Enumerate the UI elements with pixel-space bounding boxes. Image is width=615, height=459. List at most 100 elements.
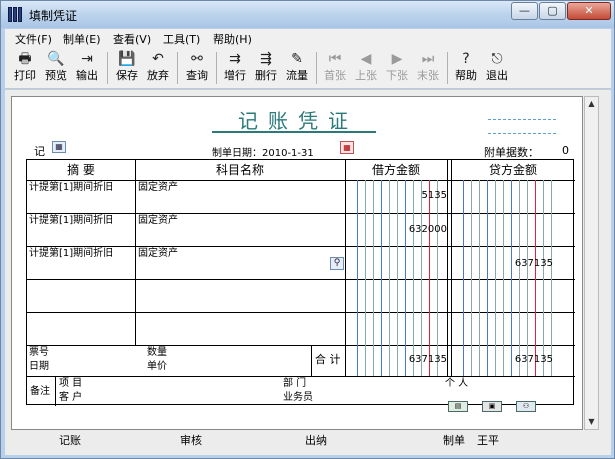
digit-line <box>503 180 504 376</box>
vertical-scrollbar[interactable]: ▲ ▼ <box>584 96 599 430</box>
notes-icon[interactable]: ▤ <box>448 401 468 412</box>
row-2-account[interactable]: 固定资产 <box>138 215 178 227</box>
row-1-debit[interactable]: 5135 <box>345 190 447 202</box>
grid-line <box>27 345 575 346</box>
add-row-button[interactable]: ⇉ 增行 <box>221 50 249 86</box>
header-summary: 摘 要 <box>67 163 95 177</box>
row-3-credit[interactable]: 637135 <box>451 258 553 270</box>
voucher-entry-grid: 摘 要 科目名称 借方金额 贷方金额 计提第[1]期间折旧 固定资产 5135 … <box>26 159 575 406</box>
exit-button[interactable]: ⎋ 退出 <box>483 50 511 86</box>
digit-line <box>421 180 422 376</box>
digit-line <box>381 180 382 376</box>
help-label: 帮助 <box>455 69 477 82</box>
export-button[interactable]: ⇥ 输出 <box>73 50 101 86</box>
delete-row-button[interactable]: ⇶ 删行 <box>252 50 280 86</box>
title-bar[interactable]: 填制凭证 — ▢ ✕ <box>1 1 614 28</box>
digit-line <box>495 180 496 376</box>
menu-bar: 文件(F) 制单(E) 查看(V) 工具(T) 帮助(H) <box>5 29 611 47</box>
menu-voucher[interactable]: 制单(E) <box>63 31 101 47</box>
menu-file[interactable]: 文件(F) <box>15 31 52 47</box>
last-button[interactable]: ⏭ 末张 <box>414 50 442 86</box>
digit-line <box>511 180 512 376</box>
help-icon: ? <box>462 51 470 67</box>
discard-button[interactable]: ↶ 放弃 <box>144 50 172 86</box>
first-button[interactable]: ⏮ 首张 <box>321 50 349 86</box>
account-lookup-icon[interactable]: ⚲ <box>330 257 344 270</box>
header-debit: 借方金额 <box>371 163 420 177</box>
delete-row-icon: ⇶ <box>260 51 272 67</box>
grid-line <box>135 160 136 345</box>
digit-line <box>365 180 366 376</box>
title-underline <box>212 131 376 133</box>
scroll-up-icon[interactable]: ▲ <box>586 98 597 110</box>
dashed-line <box>488 133 556 134</box>
cashier-label: 出纳 <box>305 434 327 447</box>
maker-label: 制单 <box>443 434 465 447</box>
digit-line <box>519 180 520 376</box>
grid-line <box>27 213 575 214</box>
grid-line <box>27 312 575 313</box>
project-label: 项 目 <box>59 378 83 389</box>
reference-icon[interactable]: ▦ <box>52 141 66 153</box>
last-label: 末张 <box>417 69 439 82</box>
menu-tools[interactable]: 工具(T) <box>163 31 200 47</box>
grid-line <box>27 180 575 181</box>
save-button[interactable]: 💾 保存 <box>113 50 141 86</box>
discard-label: 放弃 <box>147 69 169 82</box>
next-button[interactable]: ▶ 下张 <box>383 50 411 86</box>
grid-line <box>27 279 575 280</box>
export-label: 输出 <box>76 69 98 82</box>
toolbar: 🖶 打印 🔍 预览 ⇥ 输出 💾 保存 ↶ 放弃 ⚯ 查询 ⇉ 增行 ⇶ 删行 ✎ 流量 ⏮ 首张 … <box>5 47 611 89</box>
toolbar-separator <box>107 52 108 84</box>
row-1-summary[interactable]: 计提第[1]期间折旧 <box>29 182 113 194</box>
flow-button[interactable]: ✎ 流量 <box>283 50 311 86</box>
remarks-label: 备注 <box>30 386 50 397</box>
preview-button[interactable]: 🔍 预览 <box>42 50 70 86</box>
print-button[interactable]: 🖶 打印 <box>11 50 39 86</box>
row-3-summary[interactable]: 计提第[1]期间折旧 <box>29 248 113 260</box>
maximize-button[interactable]: ▢ <box>539 2 566 20</box>
quantity-label: 数量 <box>147 347 167 358</box>
row-2-summary[interactable]: 计提第[1]期间折旧 <box>29 215 113 227</box>
query-button[interactable]: ⚯ 查询 <box>183 50 211 86</box>
client-area: 记账凭证 记 ▦ 制单日期：2010-1-31 ▦ 附单据数： 0 摘 要 科目… <box>5 90 611 455</box>
digit-line <box>463 180 464 376</box>
scroll-down-icon[interactable]: ▼ <box>586 416 597 428</box>
menu-help[interactable]: 帮助(H) <box>213 31 252 47</box>
digit-line <box>429 180 430 376</box>
voucher-type-label: 记 <box>34 145 45 158</box>
row-3-account[interactable]: 固定资产 <box>138 248 178 260</box>
help-button[interactable]: ? 帮助 <box>452 50 480 86</box>
maker-name: 王平 <box>477 434 499 447</box>
digit-line <box>357 180 358 376</box>
close-button[interactable]: ✕ <box>567 2 611 20</box>
calendar-icon[interactable]: ▦ <box>340 141 354 154</box>
attachment-count[interactable]: 0 <box>562 144 569 157</box>
dashed-line <box>488 119 556 120</box>
digit-line <box>471 180 472 376</box>
toolbar-separator <box>447 52 448 84</box>
grid-line <box>447 160 448 376</box>
voucher-date[interactable]: 制单日期：2010-1-31 <box>212 144 314 159</box>
books-icon <box>8 7 24 22</box>
undo-icon: ↶ <box>152 51 164 67</box>
row-1-account[interactable]: 固定资产 <box>138 182 178 194</box>
toolbar-separator <box>316 52 317 84</box>
attachment-label: 附单据数： <box>484 146 539 159</box>
preview-label: 预览 <box>45 69 67 82</box>
export-icon: ⇥ <box>81 51 93 67</box>
query-label: 查询 <box>186 69 208 82</box>
digit-line <box>527 180 528 376</box>
attachment-icon[interactable]: ▣ <box>482 401 502 412</box>
first-icon: ⏮ <box>328 51 342 67</box>
menu-view[interactable]: 查看(V) <box>113 31 151 47</box>
app-window: 填制凭证 — ▢ ✕ 文件(F) 制单(E) 查看(V) 工具(T) 帮助(H)… <box>0 0 615 459</box>
preview-icon: 🔍 <box>47 51 65 67</box>
save-icon: 💾 <box>118 51 136 67</box>
digit-line <box>551 180 552 376</box>
row-2-debit[interactable]: 632000 <box>345 224 447 236</box>
minimize-button[interactable]: — <box>511 2 538 20</box>
digit-line <box>405 180 406 376</box>
prev-button[interactable]: ◀ 上张 <box>352 50 380 86</box>
link-icon[interactable]: ⚇ <box>516 401 536 412</box>
